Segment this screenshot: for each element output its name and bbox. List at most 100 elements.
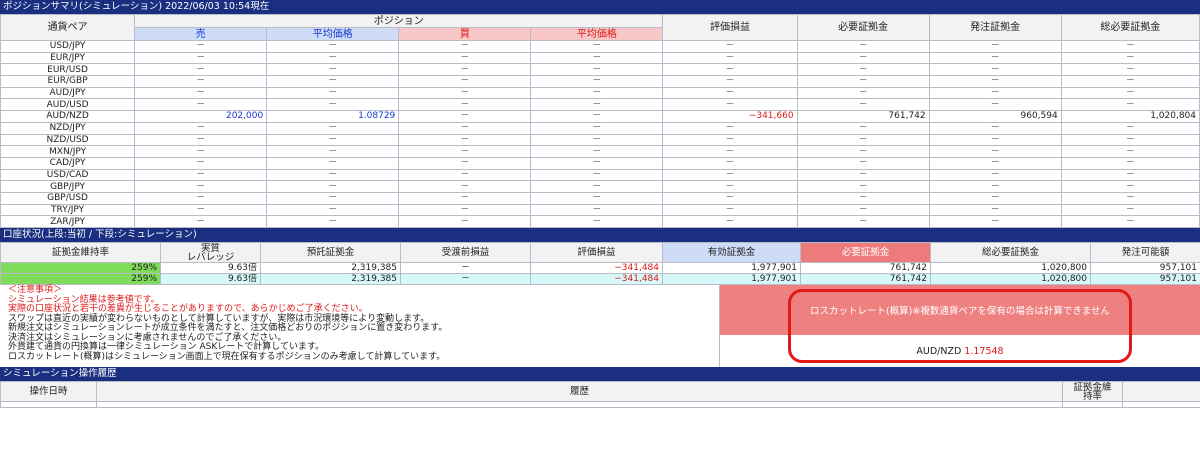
table-row: EUR/GBP －－－－－－－－ (0, 75, 1200, 88)
pair-cell: ZAR/JPY (0, 215, 136, 228)
table-row: CAD/JPY －－－－－－－－ (0, 156, 1200, 170)
buy-cell: － (398, 133, 532, 147)
pnl-cell: － (662, 145, 798, 158)
total-margin-cell: － (1060, 133, 1200, 147)
buy-cell: － (398, 215, 532, 228)
sell-avg-cell: － (266, 86, 400, 100)
sell-cell: － (134, 156, 268, 170)
pair-cell: TRY/JPY (0, 203, 136, 217)
pair-cell: NZD/JPY (0, 121, 136, 135)
table-row: ZAR/JPY －－－－－－－－ (0, 215, 1200, 228)
sell-cell: － (134, 63, 268, 77)
buy-cell: － (398, 75, 532, 88)
col-deposit: 預託証拠金 (260, 242, 401, 263)
buy-cell: － (398, 180, 532, 193)
total-margin-cell: － (1060, 156, 1200, 170)
col-available: 発注可能額 (1090, 242, 1200, 263)
order-margin-cell: － (928, 168, 1062, 182)
col-required: 必要証拠金 (800, 242, 931, 263)
order-margin-cell: 960,594 (928, 110, 1062, 123)
losscut-pair: AUD/NZD (916, 345, 962, 357)
sell-avg-cell: － (266, 191, 400, 205)
sell-avg-cell: － (266, 133, 400, 147)
buy-avg-cell: － (530, 180, 664, 193)
order-margin-cell: － (928, 156, 1062, 170)
sell-avg-cell: － (266, 51, 400, 65)
buy-avg-cell: － (530, 63, 664, 77)
pnl-cell: −341,660 (662, 110, 798, 123)
sell-cell: － (134, 145, 268, 158)
total-margin-cell: － (1060, 40, 1200, 53)
buy-avg-cell: － (530, 110, 664, 123)
pair-cell: USD/JPY (0, 40, 136, 53)
pnl-cell: － (662, 98, 798, 112)
buy-cell: － (398, 168, 532, 182)
margin-rate-cell: 259% (0, 262, 161, 274)
buy-cell: － (398, 86, 532, 100)
buy-cell: － (398, 145, 532, 158)
required-margin-cell: － (796, 156, 930, 170)
total-margin-cell: － (1060, 168, 1200, 182)
buy-avg-cell: － (530, 145, 664, 158)
sell-avg-cell: － (266, 63, 400, 77)
pair-cell: CAD/JPY (0, 156, 136, 170)
order-margin-cell: － (928, 40, 1062, 53)
total-margin-cell: － (1060, 75, 1200, 88)
sell-avg-cell: － (266, 145, 400, 158)
pnl-cell: － (662, 75, 798, 88)
losscut-title: ロスカットレート(概算)※複数通貨ペアを保有の場合は計算できません (720, 285, 1200, 335)
col-position: ポジション (134, 14, 664, 28)
order-margin-cell: － (928, 121, 1062, 135)
pnl-cell: － (662, 121, 798, 135)
pnl-cell: － (662, 133, 798, 147)
col-pnl: 評価損益 (662, 14, 798, 41)
col-history-extra (1122, 381, 1200, 402)
buy-avg-cell: － (530, 121, 664, 135)
margin-rate-cell: 259% (0, 273, 161, 285)
available-cell: 957,101 (1090, 273, 1200, 285)
pair-cell: EUR/USD (0, 63, 136, 77)
order-margin-cell: － (928, 145, 1062, 158)
required-margin-cell: － (796, 51, 930, 65)
col-total-required: 総必要証拠金 (930, 242, 1091, 263)
pnl-cell: － (662, 215, 798, 228)
pair-cell: NZD/USD (0, 133, 136, 147)
sell-avg-cell: － (266, 180, 400, 193)
sell-avg-cell: － (266, 203, 400, 217)
table-row: AUD/JPY －－－－－－－－ (0, 86, 1200, 100)
col-acc-pnl: 評価損益 (530, 242, 663, 263)
order-margin-cell: － (928, 215, 1062, 228)
pnl-cell: － (662, 168, 798, 182)
buy-cell: － (398, 40, 532, 53)
total-required-cell: 1,020,800 (930, 262, 1091, 274)
col-margin-rate: 証拠金維持率 (0, 242, 161, 263)
losscut-panel: ロスカットレート(概算)※複数通貨ペアを保有の場合は計算できません AUD/NZ… (720, 285, 1200, 367)
table-row: 259% 9.63倍 2,319,385 － −341,484 1,977,901 761,… (0, 273, 1200, 285)
pair-cell: AUD/USD (0, 98, 136, 112)
pair-cell: EUR/GBP (0, 75, 136, 88)
deposit-cell: 2,319,385 (260, 262, 401, 274)
sell-cell: － (134, 203, 268, 217)
col-required-margin: 必要証拠金 (796, 14, 930, 41)
notes-section: ＜注意事項＞ シミュレーション結果は参考値です。 実際の口座状況と若干の差異が生… (0, 285, 1200, 367)
required-margin-cell: － (796, 168, 930, 182)
sell-cell: － (134, 75, 268, 88)
acc-pnl-cell: −341,484 (530, 273, 663, 285)
total-margin-cell: － (1060, 98, 1200, 112)
required-margin-cell: － (796, 98, 930, 112)
account-rows: 259% 9.63倍 2,319,385 － −341,484 1,977,901 761,… (0, 262, 1200, 285)
total-margin-cell: － (1060, 180, 1200, 193)
buy-avg-cell: － (530, 203, 664, 217)
order-margin-cell: － (928, 203, 1062, 217)
col-total-margin: 総必要証拠金 (1060, 14, 1200, 41)
order-margin-cell: － (928, 63, 1062, 77)
col-buy-avg: 平均価格 (530, 27, 664, 41)
buy-avg-cell: － (530, 98, 664, 112)
col-history-rate: 証拠金維 持率 (1062, 381, 1123, 402)
history-table: 操作日時 履歴 証拠金維 持率 (0, 381, 1200, 408)
pre-settle-cell: － (400, 262, 531, 274)
leverage-cell: 9.63倍 (160, 273, 261, 285)
buy-avg-cell: － (530, 86, 664, 100)
buy-cell: － (398, 156, 532, 170)
summary-header: ポジションサマリ(シミュレーション) 2022/06/03 10:54現在 (0, 0, 1200, 14)
